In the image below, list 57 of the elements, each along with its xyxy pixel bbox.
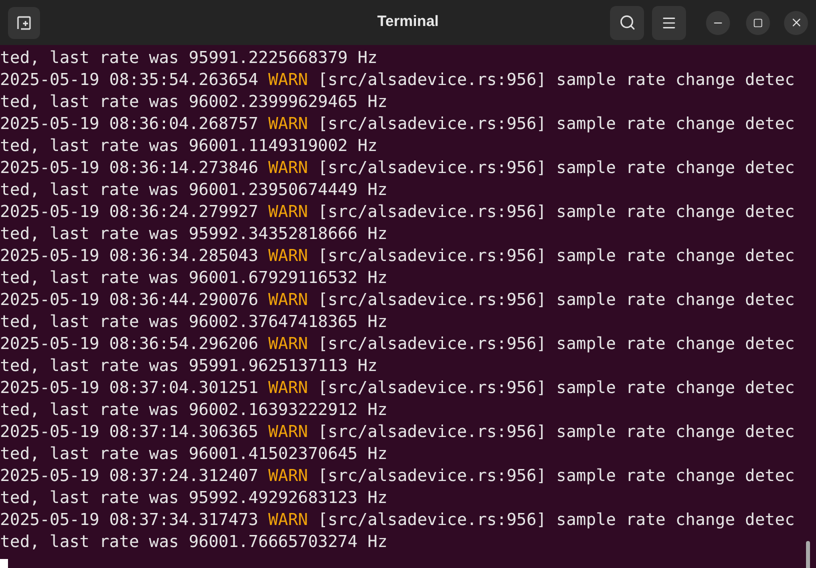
terminal-line: ted, last rate was 95992.49292683123 Hz <box>0 487 388 509</box>
log-timestamp: 2025-05-19 08:36:24.279927 <box>0 201 258 223</box>
menu-icon <box>661 14 677 30</box>
terminal-line: ted, last rate was 95991.9625137113 Hz <box>0 355 378 377</box>
maximize-button[interactable] <box>746 10 770 34</box>
log-message: [src/alsadevice.rs:956] sample rate change detec <box>318 289 795 311</box>
terminal-line: ted, last rate was 96001.67929116532 Hz <box>0 267 388 289</box>
scrollbar-thumb[interactable] <box>806 541 810 568</box>
close-icon <box>790 16 802 29</box>
log-message: [src/alsadevice.rs:956] sample rate change detec <box>318 509 795 531</box>
terminal-line: ted, last rate was 95991.2225668379 Hz <box>0 47 378 69</box>
log-message: [src/alsadevice.rs:956] sample rate change detec <box>318 69 795 91</box>
log-message: [src/alsadevice.rs:956] sample rate change detec <box>318 421 795 443</box>
warn-label: WARN <box>268 201 308 223</box>
log-timestamp: 2025-05-19 08:35:54.263654 <box>0 69 258 91</box>
terminal-line: ted, last rate was 96001.41502370645 Hz <box>0 443 388 465</box>
warn-label: WARN <box>268 377 308 399</box>
window-title: Terminal <box>377 12 439 32</box>
warn-label: WARN <box>268 465 308 487</box>
log-message: [src/alsadevice.rs:956] sample rate change detec <box>318 245 795 267</box>
log-timestamp: 2025-05-19 08:37:14.306365 <box>0 421 258 443</box>
warn-label: WARN <box>268 333 308 355</box>
warn-label: WARN <box>268 157 308 179</box>
search-button[interactable] <box>610 6 644 40</box>
terminal-line: ted, last rate was 96002.16393222912 Hz <box>0 399 388 421</box>
log-timestamp: 2025-05-19 08:37:34.317473 <box>0 509 258 531</box>
search-icon <box>618 14 636 31</box>
log-timestamp: 2025-05-19 08:36:54.296206 <box>0 333 258 355</box>
warn-label: WARN <box>268 421 308 443</box>
terminal-line: ted, last rate was 96001.76665703274 Hz <box>0 531 388 553</box>
log-message: [src/alsadevice.rs:956] sample rate change detec <box>318 201 795 223</box>
maximize-icon <box>753 18 763 28</box>
log-timestamp: 2025-05-19 08:36:04.268757 <box>0 113 258 135</box>
log-timestamp: 2025-05-19 08:36:14.273846 <box>0 157 258 179</box>
log-message: [src/alsadevice.rs:956] sample rate change detec <box>318 377 795 399</box>
terminal-line: ted, last rate was 96002.37647418365 Hz <box>0 311 388 333</box>
warn-label: WARN <box>268 509 308 531</box>
close-button[interactable] <box>784 10 808 34</box>
terminal-line: ted, last rate was 96001.1149319002 Hz <box>0 135 378 157</box>
new-tab-icon <box>16 14 32 30</box>
log-message: [src/alsadevice.rs:956] sample rate change detec <box>318 157 795 179</box>
terminal-line: ted, last rate was 95992.34352818666 Hz <box>0 223 388 245</box>
warn-label: WARN <box>268 289 308 311</box>
log-message: [src/alsadevice.rs:956] sample rate change detec <box>318 113 795 135</box>
log-message: [src/alsadevice.rs:956] sample rate change detec <box>318 333 795 355</box>
warn-label: WARN <box>268 69 308 91</box>
terminal-line: ted, last rate was 96001.23950674449 Hz <box>0 179 388 201</box>
menu-button[interactable] <box>652 6 686 40</box>
log-message: [src/alsadevice.rs:956] sample rate change detec <box>318 465 795 487</box>
log-timestamp: 2025-05-19 08:37:24.312407 <box>0 465 258 487</box>
warn-label: WARN <box>268 245 308 267</box>
log-timestamp: 2025-05-19 08:36:34.285043 <box>0 245 258 267</box>
log-timestamp: 2025-05-19 08:36:44.290076 <box>0 289 258 311</box>
log-timestamp: 2025-05-19 08:37:04.301251 <box>0 377 258 399</box>
terminal-line: ted, last rate was 96002.23999629465 Hz <box>0 91 388 113</box>
new-tab-button[interactable] <box>8 6 40 38</box>
warn-label: WARN <box>268 113 308 135</box>
